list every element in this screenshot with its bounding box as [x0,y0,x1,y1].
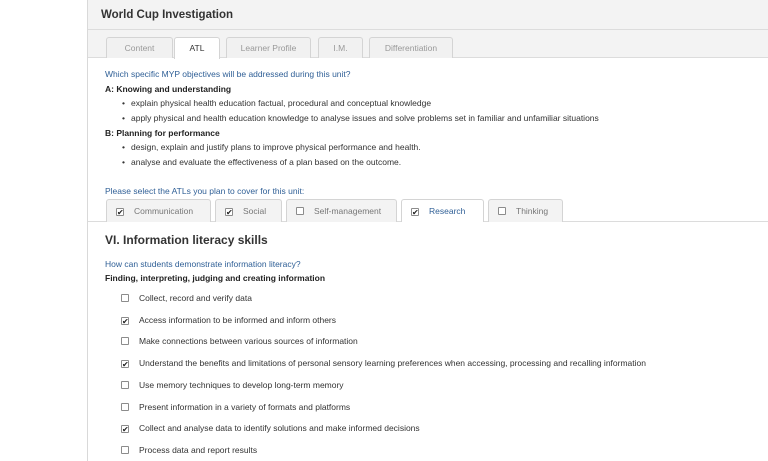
checkbox[interactable]: ✔ [116,208,124,217]
atl-option-label: Research [429,206,466,216]
skill-label: Use memory techniques to develop long-te… [139,380,344,390]
atl-prompt: Please select the ATLs you plan to cover… [105,186,305,196]
atl-option-social[interactable]: ✔ Social [215,199,282,222]
objective-heading-b: B: Planning for performance [105,128,220,138]
objective-heading-a: A: Knowing and understanding [105,84,232,94]
checkbox[interactable]: ✔ [411,208,419,217]
objective-item: design, explain and justify plans to imp… [122,142,421,152]
check-icon: ✔ [122,425,129,434]
unit-panel: World Cup Investigation Content ATL Lear… [87,0,768,461]
skill-item[interactable]: ✔ Collect and analyse data to identify so… [121,423,420,434]
section-question: How can students demonstrate information… [105,259,301,269]
skill-label: Collect, record and verify data [139,293,252,303]
page-title: World Cup Investigation [101,9,234,21]
atl-option-research[interactable]: ✔ Research [401,199,484,222]
check-icon: ✔ [122,360,129,369]
skill-label: Collect and analyse data to identify sol… [139,423,420,433]
checkbox[interactable]: ✔ [121,360,129,369]
atl-selector: ✔ Communication ✔ Social Self-management ✔… [88,199,768,222]
skill-label: Access information to be informed and in… [139,315,337,325]
check-icon: ✔ [117,208,124,217]
objective-item: apply physical and health education know… [122,113,599,123]
checkbox[interactable] [121,403,129,411]
objective-item: analyse and evaluate the effectiveness o… [122,157,401,167]
skill-item[interactable]: Present information in a variety of form… [121,402,350,412]
objective-item: explain physical health education factua… [122,98,431,108]
skill-item[interactable]: Make connections between various sources… [121,336,358,346]
atl-option-label: Thinking [516,206,549,216]
skill-item[interactable]: Use memory techniques to develop long-te… [121,380,344,390]
atl-option-thinking[interactable]: Thinking [488,199,563,222]
checkbox[interactable] [121,381,129,389]
atl-option-self-management[interactable]: Self-management [286,199,397,222]
skill-item[interactable]: ✔ Understand the benefits and limitations… [121,358,646,369]
checkbox[interactable] [121,337,129,345]
checkbox[interactable] [121,294,129,302]
section-title: VI. Information literacy skills [105,233,268,247]
section-subheading: Finding, interpreting, judging and creat… [105,273,326,283]
check-icon: ✔ [226,208,233,217]
panel-header: World Cup Investigation [88,0,768,30]
atl-option-label: Communication [134,206,194,216]
tab-differentiation[interactable]: Differentiation [369,37,453,58]
skill-item[interactable]: Collect, record and verify data [121,293,252,303]
tab-im[interactable]: I.M. [318,37,363,58]
checkbox[interactable] [296,207,304,215]
tab-learner-profile[interactable]: Learner Profile [226,37,311,58]
tab-content[interactable]: Content [106,37,173,58]
skill-label: Process data and report results [139,445,258,455]
check-icon: ✔ [412,208,419,217]
tab-atl[interactable]: ATL [174,37,220,59]
checkbox[interactable]: ✔ [225,208,233,217]
skill-label: Understand the benefits and limitations … [139,358,646,368]
skill-item[interactable]: Process data and report results [121,445,257,455]
atl-option-communication[interactable]: ✔ Communication [106,199,211,222]
tab-bar: Content ATL Learner Profile I.M. Differe… [88,30,768,59]
checkbox[interactable] [121,446,129,454]
atl-option-label: Self-management [314,206,382,216]
check-icon: ✔ [122,317,129,326]
atl-option-label: Social [243,206,267,216]
checkbox[interactable] [498,207,506,215]
skill-label: Make connections between various sources… [139,336,358,346]
objectives-question: Which specific MYP objectives will be ad… [105,69,351,79]
skill-label: Present information in a variety of form… [139,402,351,412]
checkbox[interactable]: ✔ [121,425,129,434]
checkbox[interactable]: ✔ [121,317,129,326]
skill-item[interactable]: ✔ Access information to be informed and i… [121,315,337,326]
